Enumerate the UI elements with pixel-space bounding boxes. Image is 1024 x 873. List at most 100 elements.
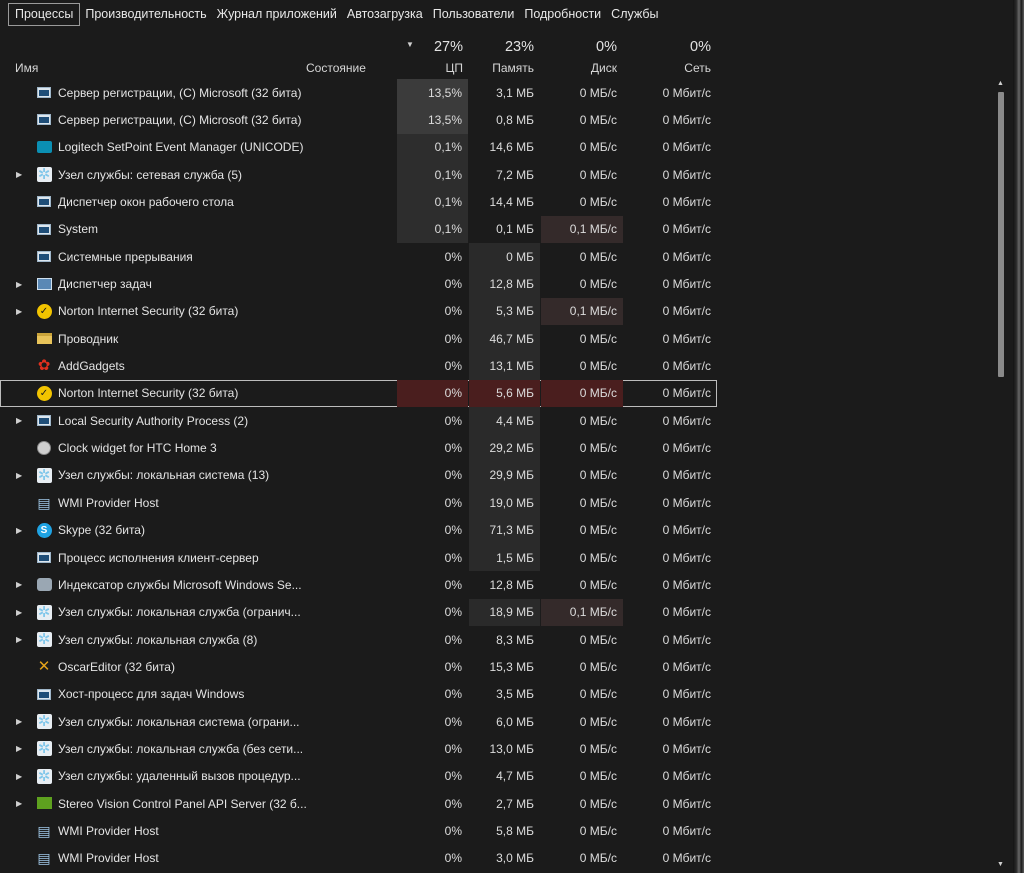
process-row[interactable]: ▶ ✲ Узел службы: локальная система (13) 0% 2…: [0, 461, 720, 490]
expand-chevron-icon[interactable]: ▶: [16, 626, 22, 653]
process-row[interactable]: Clock widget for HTC Home 3 0% 29,2 МБ 0 МБ…: [0, 434, 720, 462]
process-row[interactable]: Хост-процесс для задач Windows 0% 3,5 МБ 0 …: [0, 681, 720, 708]
tab-users[interactable]: Пользователи: [428, 3, 520, 26]
network-value: 0 Мбит/с: [662, 304, 711, 319]
column-header-memory[interactable]: 23% Память: [469, 36, 534, 76]
disk-value: 0 МБ/с: [579, 113, 617, 128]
network-value: 0 Мбит/с: [662, 249, 711, 264]
network-value: 0 Мбит/с: [662, 632, 711, 647]
expand-chevron-icon[interactable]: ▶: [16, 763, 22, 790]
process-row[interactable]: Процесс исполнения клиент-сервер 0% 1,5 МБ…: [0, 543, 720, 572]
process-name: Системные прерывания: [58, 249, 193, 264]
process-row[interactable]: ▶ Индексатор службы Microsoft Windows Se.…: [0, 571, 720, 598]
process-row[interactable]: ▤ WMI Provider Host 0% 3,0 МБ 0 МБ/с 0 Мбит/с: [0, 845, 720, 872]
cpu-value: 13,5%: [397, 79, 468, 107]
column-header-name[interactable]: Имя: [15, 61, 38, 75]
process-row[interactable]: ▶ Stereo Vision Control Panel API Server …: [0, 790, 720, 817]
network-value: 0 Мбит/с: [662, 851, 711, 866]
network-value: 0 Мбит/с: [662, 331, 711, 346]
process-name: WMI Provider Host: [58, 823, 159, 838]
cpu-value: 0%: [444, 659, 462, 674]
process-row[interactable]: ▤ WMI Provider Host 0% 19,0 МБ 0 МБ/с 0 Мбит/…: [0, 489, 720, 517]
tab-services[interactable]: Службы: [606, 3, 663, 26]
tab-processes[interactable]: Процессы: [8, 3, 81, 26]
process-name: Индексатор службы Microsoft Windows Se..…: [58, 577, 302, 592]
process-name: Local Security Authority Process (2): [58, 413, 249, 428]
tab-details[interactable]: Подробности: [519, 3, 606, 26]
tab-startup[interactable]: Автозагрузка: [342, 3, 428, 26]
process-row[interactable]: Системные прерывания 0% 0 МБ 0 МБ/с 0 Мбит/с: [0, 243, 720, 271]
process-name: OscarEditor (32 бита): [58, 659, 175, 674]
expand-chevron-icon[interactable]: ▶: [16, 599, 22, 626]
process-list: Сервер регистрации, (C) Microsoft (32 би…: [0, 79, 720, 872]
cpu-value: 0%: [444, 359, 462, 374]
cpu-value: 0,1%: [397, 133, 468, 162]
disk-value: 0 МБ/с: [579, 413, 617, 428]
cpu-value: 0,1%: [397, 215, 468, 244]
column-header-network[interactable]: 0% Сеть: [624, 36, 711, 76]
process-row[interactable]: Диспетчер окон рабочего стола 0,1% 14,4 МБ…: [0, 188, 720, 216]
process-row[interactable]: Проводник 0% 46,7 МБ 0 МБ/с 0 Мбит/с: [0, 325, 720, 353]
column-header-cpu[interactable]: 27% ЦП: [397, 36, 463, 76]
scrollbar-thumb[interactable]: [998, 92, 1004, 377]
process-row[interactable]: ▶ Диспетчер задач 0% 12,8 МБ 0 МБ/с 0 Мбит/с: [0, 270, 720, 298]
process-row[interactable]: ▶ S Skype (32 бита) 0% 71,3 МБ 0 МБ/с 0 Мбит/с: [0, 516, 720, 544]
process-row[interactable]: ▶ ✲ Узел службы: локальная служба (8) 0% 8,3…: [0, 626, 720, 653]
scroll-down-arrow-icon[interactable]: ▼: [997, 861, 1004, 868]
process-row[interactable]: System 0,1% 0,1 МБ 0,1 МБ/с 0 Мбит/с: [0, 215, 720, 244]
process-row[interactable]: Logitech SetPoint Event Manager (UNICODE…: [0, 133, 720, 162]
network-value: 0 Мбит/с: [662, 386, 711, 401]
network-value: 0 Мбит/с: [662, 468, 711, 483]
expand-chevron-icon[interactable]: ▶: [16, 161, 22, 188]
process-name: Clock widget for HTC Home 3: [58, 441, 217, 456]
process-row[interactable]: ✕ OscarEditor (32 бита) 0% 15,3 МБ 0 МБ/с 0 М…: [0, 653, 720, 680]
process-row[interactable]: ▶ ✲ Узел службы: локальная система (ограни…: [0, 708, 720, 735]
process-row[interactable]: Сервер регистрации, (C) Microsoft (32 би…: [0, 79, 720, 107]
expand-chevron-icon[interactable]: ▶: [16, 571, 22, 598]
process-name: Stereo Vision Control Panel API Server (…: [58, 796, 307, 811]
process-row[interactable]: ▶ Local Security Authority Process (2) 0% 4…: [0, 407, 720, 435]
gear-icon: ✲: [36, 466, 52, 484]
network-value: 0 Мбит/с: [662, 222, 711, 237]
cpu-value: 0%: [444, 687, 462, 702]
tab-performance[interactable]: Производительность: [80, 3, 211, 26]
process-name: AddGadgets: [58, 359, 125, 374]
column-header-status[interactable]: Состояние: [306, 61, 366, 75]
expand-chevron-icon[interactable]: ▶: [16, 735, 22, 762]
expand-chevron-icon[interactable]: ▶: [16, 462, 22, 489]
process-row[interactable]: ▶ ✲ Узел службы: локальная служба (огранич…: [0, 598, 720, 626]
clock-icon: [36, 440, 52, 455]
memory-value: 8,3 МБ: [496, 632, 534, 647]
expand-chevron-icon[interactable]: ▶: [16, 517, 22, 544]
network-value: 0 Мбит/с: [662, 495, 711, 510]
desktop-background-edge: [1013, 0, 1024, 873]
column-header-disk[interactable]: 0% Диск: [541, 36, 617, 76]
expand-chevron-icon[interactable]: ▶: [16, 270, 22, 297]
tab-bar: Процессы Производительность Журнал прило…: [8, 2, 664, 27]
process-name: Диспетчер окон рабочего стола: [58, 195, 234, 210]
process-row[interactable]: ▶ ✲ Узел службы: сетевая служба (5) 0,1% 7,2…: [0, 161, 720, 189]
process-row[interactable]: ✓ Norton Internet Security (32 бита) 0% 5,6…: [0, 379, 717, 408]
window-icon: [36, 687, 52, 702]
disk-value: 0 МБ/с: [579, 331, 617, 346]
memory-value: 5,8 МБ: [496, 823, 534, 838]
process-row[interactable]: ▤ WMI Provider Host 0% 5,8 МБ 0 МБ/с 0 Мбит/с: [0, 817, 720, 844]
process-row[interactable]: ▶ ✓ Norton Internet Security (32 бита) 0% 5,…: [0, 297, 720, 326]
tab-app-history[interactable]: Журнал приложений: [212, 3, 342, 26]
scroll-up-arrow-icon[interactable]: ▲: [997, 80, 1004, 87]
cpu-label: ЦП: [445, 61, 463, 75]
expand-chevron-icon[interactable]: ▶: [16, 298, 22, 325]
window-icon: [36, 112, 52, 127]
wmi-icon: ▤: [37, 494, 51, 511]
process-row[interactable]: Сервер регистрации, (C) Microsoft (32 би…: [0, 106, 720, 134]
cpu-value: 13,5%: [397, 106, 468, 134]
process-row[interactable]: ▶ ✲ Узел службы: удаленный вызов процедур.…: [0, 763, 720, 790]
expand-chevron-icon[interactable]: ▶: [16, 708, 22, 735]
process-row[interactable]: ▶ ✲ Узел службы: локальная служба (без сет…: [0, 735, 720, 762]
oscar-icon: ✕: [37, 658, 51, 676]
disk-value: 0,1 МБ/с: [541, 297, 623, 326]
norton-icon: ✓: [36, 385, 52, 401]
expand-chevron-icon[interactable]: ▶: [16, 407, 22, 434]
process-row[interactable]: ✿ AddGadgets 0% 13,1 МБ 0 МБ/с 0 Мбит/с: [0, 352, 720, 380]
expand-chevron-icon[interactable]: ▶: [16, 790, 22, 817]
